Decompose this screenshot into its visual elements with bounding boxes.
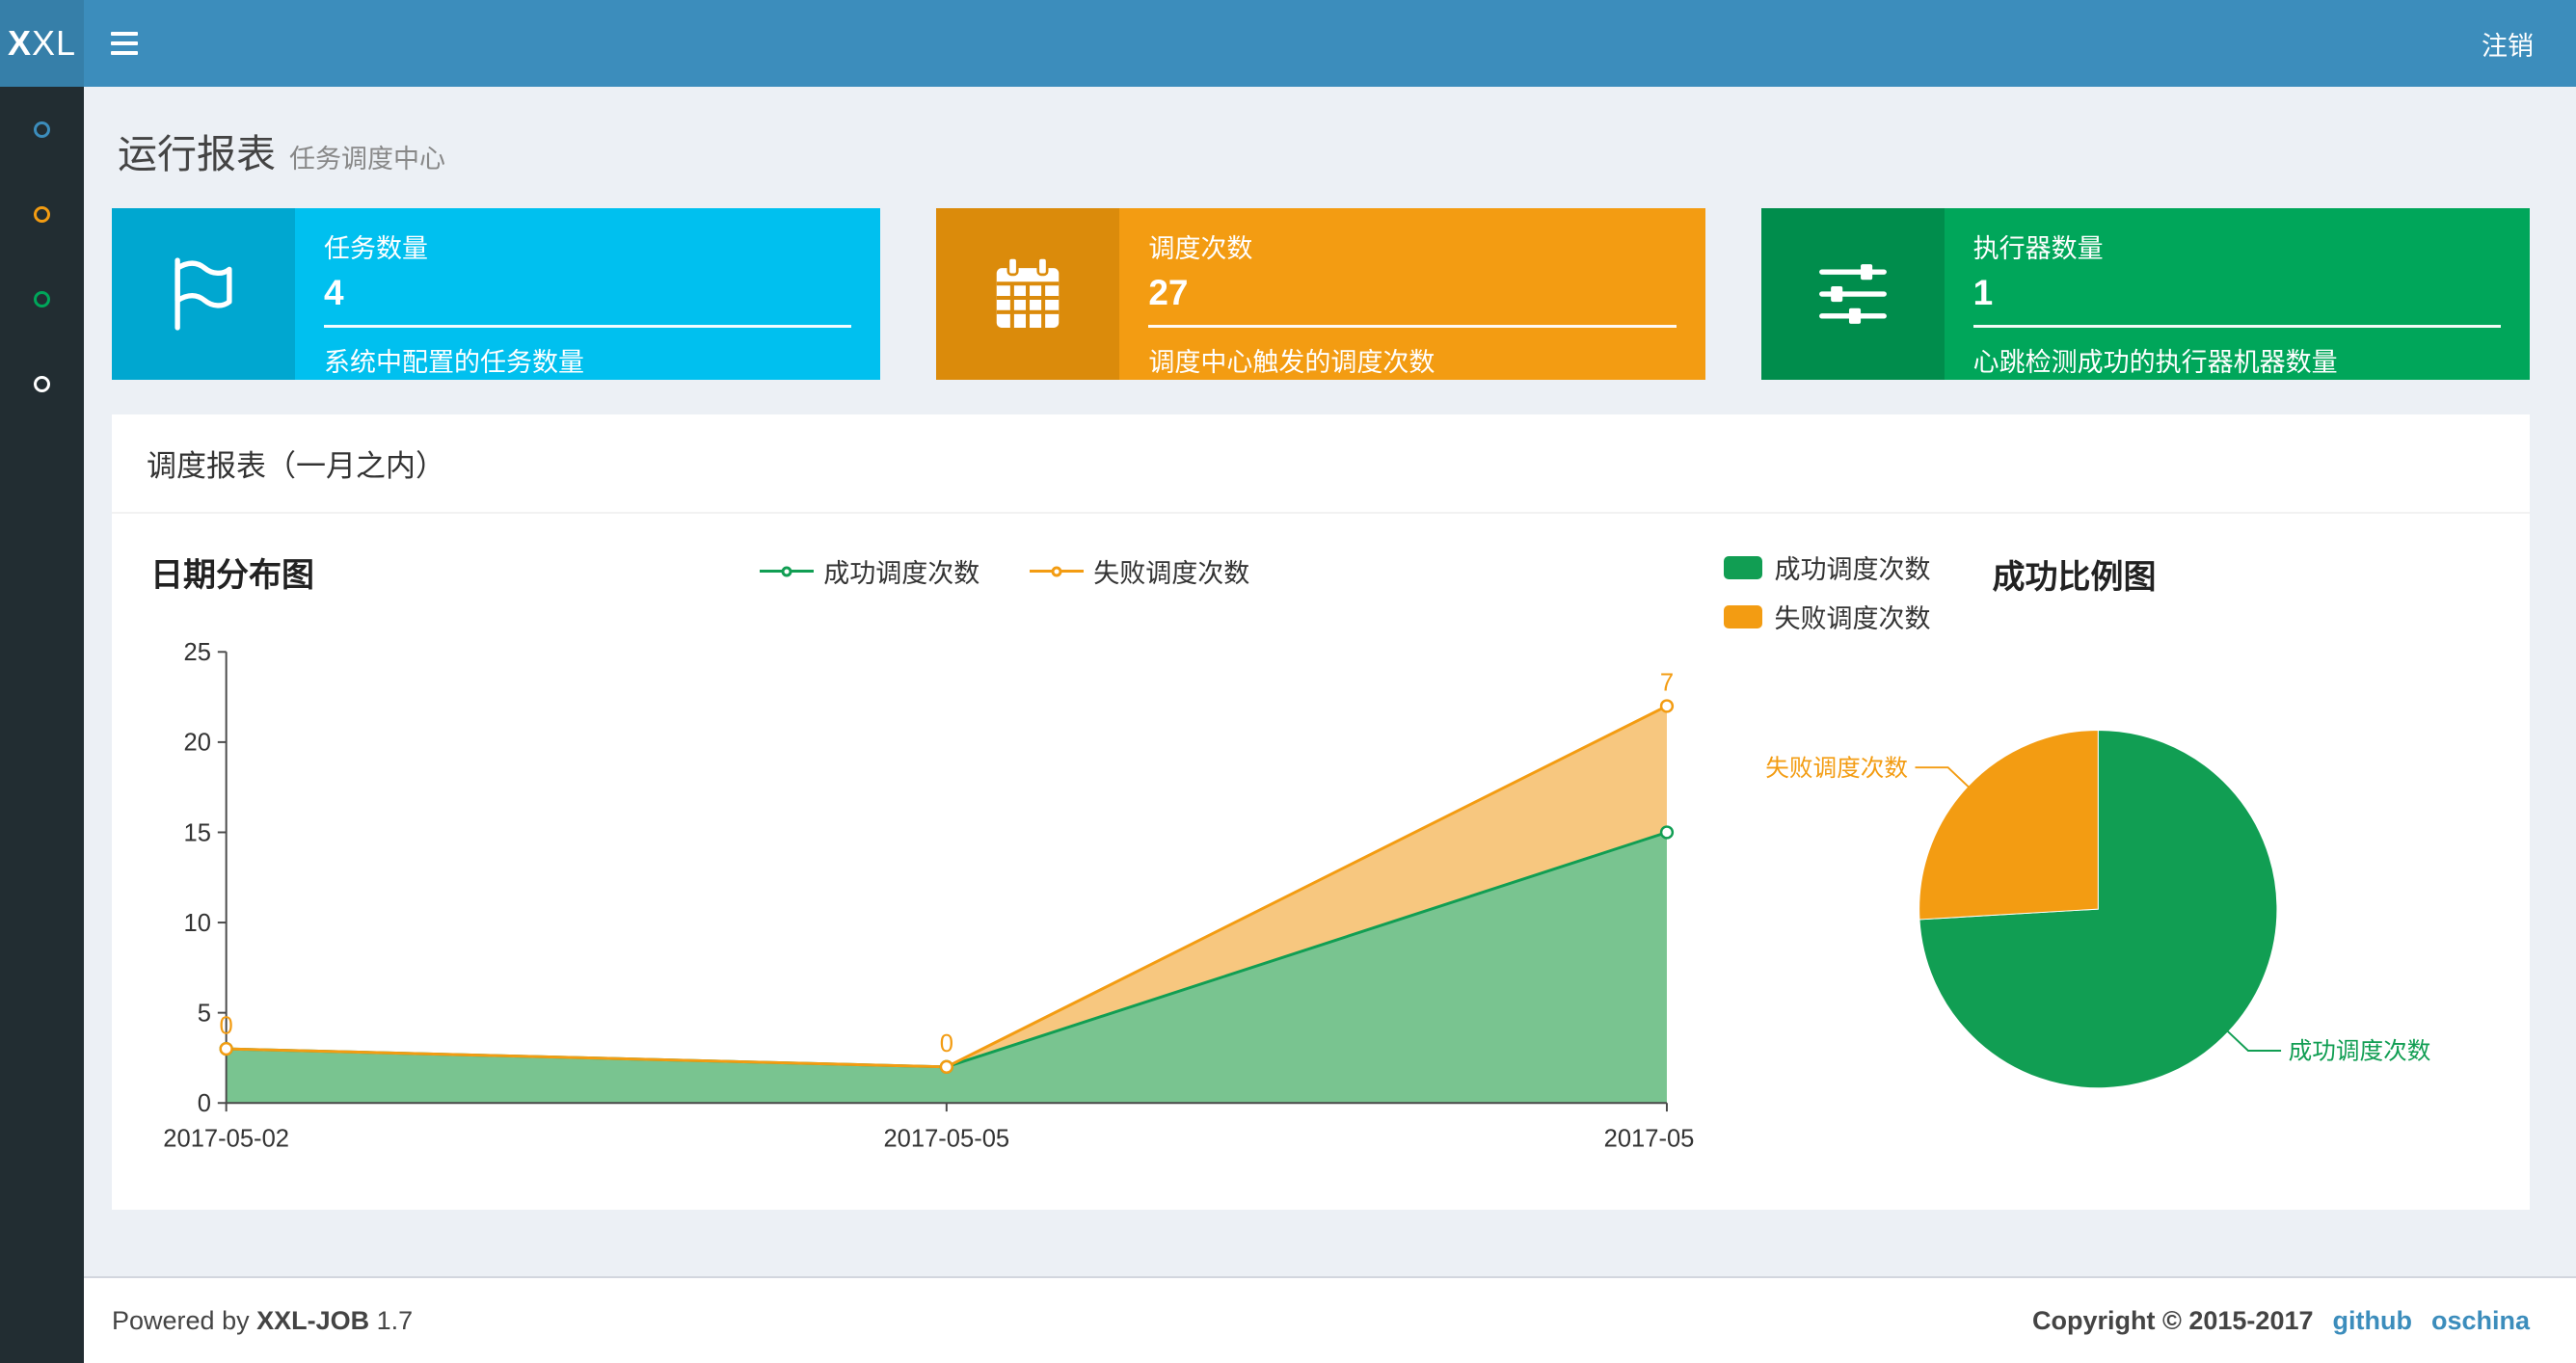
sidebar-item-4[interactable] (0, 341, 84, 426)
svg-text:5: 5 (198, 1001, 211, 1028)
info-box-executor-count: 执行器数量 1 心跳检测成功的执行器机器数量 (1760, 208, 2530, 380)
oschina-link[interactable]: oschina (2431, 1306, 2530, 1336)
circle-icon (34, 120, 50, 138)
legend-label: 失败调度次数 (1774, 604, 1931, 633)
legend-item-fail[interactable]: 失败调度次数 (1030, 552, 1249, 590)
svg-text:0: 0 (940, 1030, 953, 1057)
circle-icon (34, 290, 50, 307)
sidebar-item-3[interactable] (0, 256, 84, 341)
legend-item-success[interactable]: 成功调度次数 (1724, 548, 1930, 586)
swatch-icon (1724, 604, 1763, 628)
logo-text-bold: X (7, 23, 32, 63)
copyright: Copyright © 2015-2017 (2031, 1305, 2314, 1335)
info-box-value: 1 (1972, 273, 1994, 312)
pie-chart-title: 成功比例图 (1992, 559, 2157, 596)
svg-text:2017-05-05: 2017-05-05 (883, 1125, 1009, 1152)
svg-text:7: 7 (1660, 670, 1674, 697)
info-box-content: 调度次数 27 调度中心触发的调度次数 (1119, 208, 1704, 380)
product-name: XXL-JOB (256, 1305, 370, 1335)
pie-chart-header: 成功调度次数 失败调度次数 成功比例图 (1724, 548, 2491, 635)
circle-icon (34, 375, 50, 392)
legend-label: 失败调度次数 (1093, 559, 1250, 588)
svg-text:失败调度次数: 失败调度次数 (1766, 755, 1909, 782)
legend-label: 成功调度次数 (823, 559, 980, 588)
svg-text:2017-05-02: 2017-05-02 (163, 1125, 289, 1152)
footer: Powered by XXL-JOB 1.7 Copyright © 2015-… (84, 1276, 2576, 1363)
svg-text:25: 25 (184, 639, 211, 666)
report-panel: 调度报表（一月之内） 日期分布图 成功调度次数 失败调度次数 0 5 10 15… (112, 414, 2530, 1211)
info-box-value: 4 (324, 273, 344, 312)
flag-icon (112, 208, 295, 380)
powered-prefix: Powered by (112, 1305, 250, 1335)
date-distribution-chart: 05101520252017-05-022017-05-052017-05-08… (163, 639, 1696, 1152)
info-box-content: 执行器数量 1 心跳检测成功的执行器机器数量 (1945, 208, 2530, 380)
sidebar (0, 87, 84, 1363)
info-box-title: 执行器数量 (1972, 234, 2104, 263)
legend-item-fail[interactable]: 失败调度次数 (1724, 598, 1930, 635)
date-distribution-section: 日期分布图 成功调度次数 失败调度次数 0 5 10 15 20 25 2017… (150, 548, 1695, 1183)
divider (1148, 325, 1677, 328)
hamburger-icon (111, 32, 138, 36)
panel-body: 日期分布图 成功调度次数 失败调度次数 0 5 10 15 20 25 2017… (112, 514, 2530, 1210)
sidebar-item-2[interactable] (0, 172, 84, 256)
svg-text:20: 20 (184, 730, 211, 757)
github-link[interactable]: github (2333, 1306, 2412, 1336)
sidebar-item-1[interactable] (0, 87, 84, 172)
content: 运行报表 任务调度中心 任务数量 4 系统中配置的任务数量 调度次数 27 调度… (84, 87, 2576, 1276)
info-box-title: 任务数量 (324, 234, 428, 263)
divider (324, 325, 852, 328)
success-ratio-section: 成功调度次数 失败调度次数 成功比例图 成功调度次数 失败调度次数 (1695, 548, 2491, 1183)
info-box-description: 调度中心触发的调度次数 (1148, 348, 1436, 377)
svg-text:0: 0 (220, 1012, 233, 1039)
main-area: 运行报表 任务调度中心 任务数量 4 系统中配置的任务数量 调度次数 27 调度… (84, 87, 2576, 1363)
page-subtitle: 任务调度中心 (289, 145, 445, 174)
svg-text:成功调度次数: 成功调度次数 (2289, 1038, 2431, 1065)
app-logo[interactable]: X XL (0, 0, 84, 87)
success-ratio-pie: 成功调度次数 失败调度次数 (1766, 730, 2431, 1089)
info-box-value: 27 (1148, 273, 1189, 312)
info-box-content: 任务数量 4 系统中配置的任务数量 (295, 208, 880, 380)
sliders-icon (1760, 208, 1945, 380)
swatch-icon (1724, 555, 1763, 579)
info-box-trigger-count: 调度次数 27 调度中心触发的调度次数 (936, 208, 1705, 380)
calendar-icon (936, 208, 1120, 380)
svg-text:0: 0 (198, 1090, 211, 1117)
svg-text:10: 10 (184, 910, 211, 937)
logo-text: XL (31, 23, 77, 63)
powered-by: Powered by XXL-JOB 1.7 (112, 1306, 413, 1336)
footer-right: Copyright © 2015-2017 github oschina (2032, 1306, 2530, 1336)
content-header: 运行报表 任务调度中心 (112, 87, 2530, 208)
info-box-description: 心跳检测成功的执行器机器数量 (1972, 348, 2338, 377)
svg-text:15: 15 (184, 819, 211, 846)
svg-text:2017-05-08: 2017-05-08 (1604, 1125, 1696, 1152)
line-dot-icon (760, 563, 815, 580)
logout-link[interactable]: 注销 (2439, 25, 2576, 63)
sidebar-toggle-button[interactable] (84, 0, 165, 87)
line-dot-icon (1030, 563, 1085, 580)
legend-item-success[interactable]: 成功调度次数 (760, 552, 979, 590)
page-title: 运行报表 (118, 132, 276, 176)
line-chart-title: 日期分布图 (150, 557, 314, 594)
product-version: 1.7 (376, 1305, 414, 1335)
panel-title: 调度报表（一月之内） (112, 414, 2530, 514)
info-box-title: 调度次数 (1148, 234, 1253, 263)
info-box-description: 系统中配置的任务数量 (324, 348, 584, 377)
top-navbar: X XL 注销 (0, 0, 2576, 87)
legend-label: 成功调度次数 (1774, 555, 1931, 584)
pie-chart-legend: 成功调度次数 失败调度次数 (1724, 548, 1930, 635)
divider (1972, 325, 2501, 328)
line-chart-legend: 成功调度次数 失败调度次数 (314, 548, 1695, 590)
line-chart-header: 日期分布图 成功调度次数 失败调度次数 (150, 548, 1695, 601)
circle-icon (34, 205, 50, 223)
info-box-job-count: 任务数量 4 系统中配置的任务数量 (112, 208, 881, 380)
info-box-row: 任务数量 4 系统中配置的任务数量 调度次数 27 调度中心触发的调度次数 执行… (112, 208, 2530, 380)
navbar: 注销 (84, 0, 2576, 87)
